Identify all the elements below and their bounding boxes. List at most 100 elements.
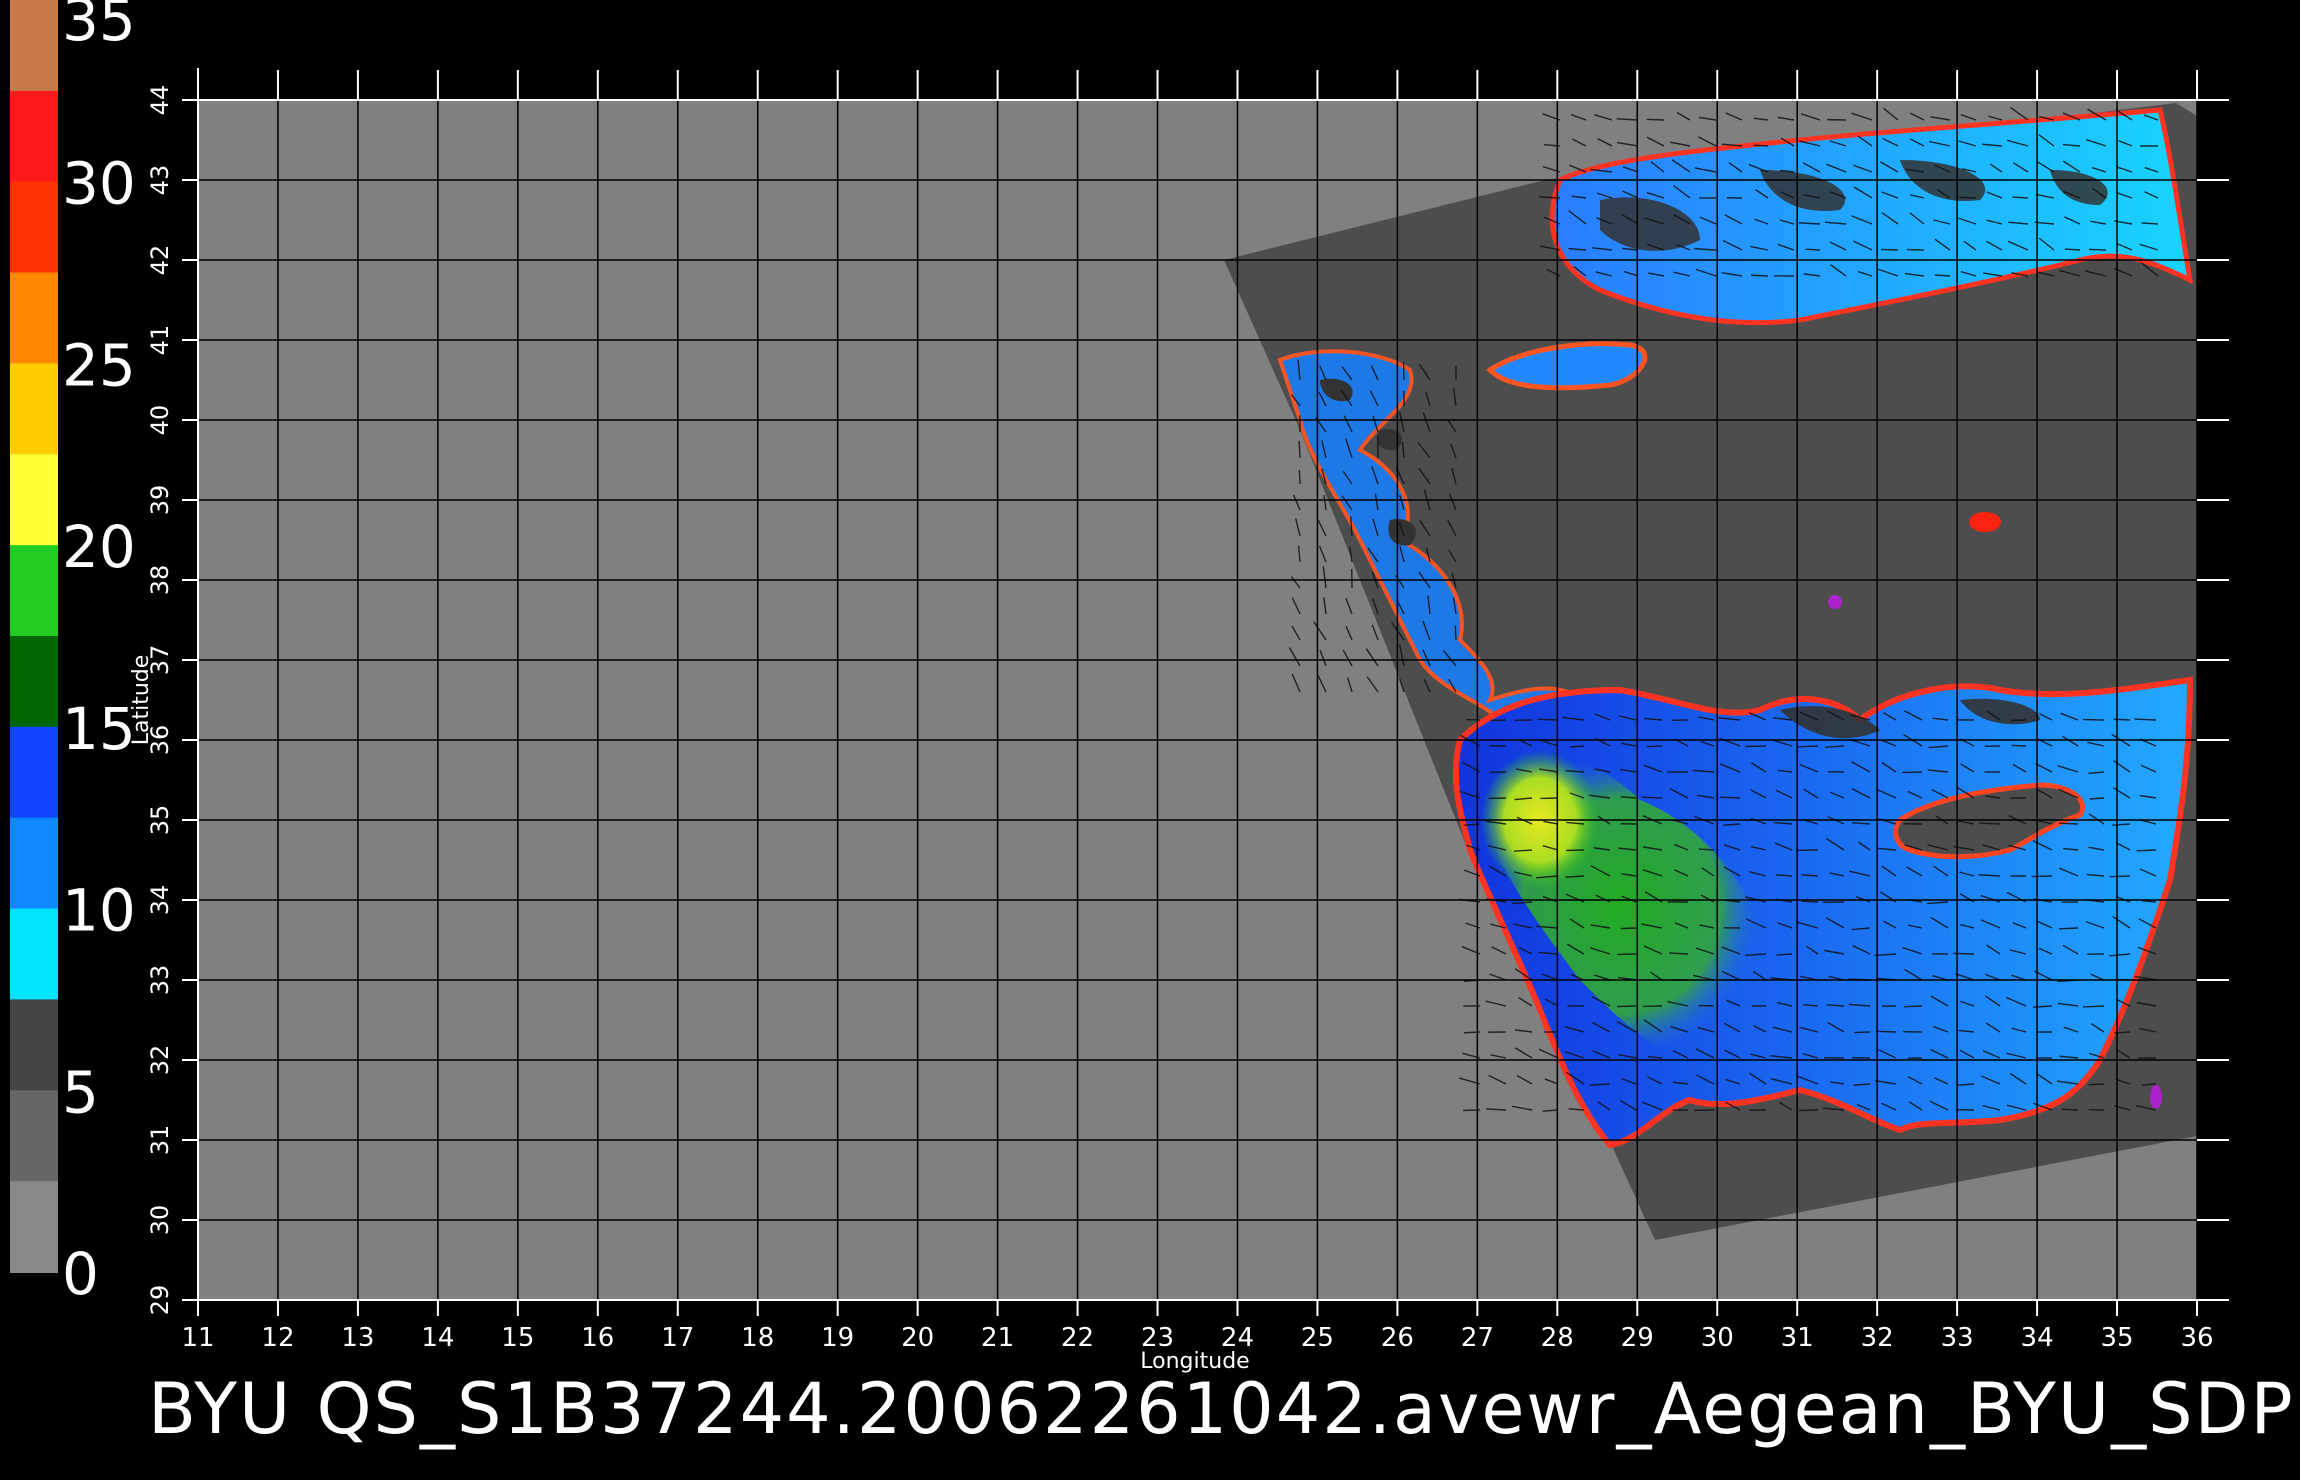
wind-vector	[2011, 744, 2027, 747]
x-tick-label: 22	[1061, 1323, 1094, 1353]
y-tick-label: 34	[146, 885, 174, 916]
y-tick-label: 35	[146, 805, 174, 836]
colorbar-label: 25	[62, 331, 136, 399]
colorbar-band	[10, 181, 58, 274]
wind-vector	[2089, 797, 2105, 800]
x-tick-label: 33	[1941, 1323, 1974, 1353]
wind-vector	[2136, 849, 2157, 852]
y-tick-label: 43	[146, 165, 174, 196]
y-tick-label: 29	[146, 1285, 174, 1316]
x-tick-label: 30	[1701, 1323, 1734, 1353]
y-tick-label: 42	[146, 245, 174, 276]
magenta-spot	[1828, 595, 1842, 609]
red-spot	[1969, 512, 2001, 532]
wind-vector	[2088, 1083, 2105, 1086]
wind-vector	[1719, 796, 1741, 799]
product-title: BYU QS_S1B37244.20062261042.avewr_Aegean…	[148, 1368, 2295, 1450]
y-tick-label: 41	[146, 325, 174, 356]
wind-vector	[1454, 625, 1457, 641]
x-tick-label: 25	[1301, 1323, 1334, 1353]
x-tick-label: 12	[261, 1323, 294, 1353]
wind-vector	[1620, 927, 1637, 930]
y-tick-label: 31	[146, 1125, 174, 1156]
x-tick-label: 32	[1861, 1323, 1894, 1353]
wind-vector	[1956, 196, 1977, 199]
colorbar-label: 10	[62, 877, 136, 945]
wind-vector	[2058, 822, 2079, 825]
x-tick-label: 15	[501, 1323, 534, 1353]
wind-vector	[1537, 718, 1559, 721]
x-tick-label: 14	[421, 1323, 454, 1353]
x-tick-label: 34	[2021, 1323, 2054, 1353]
colorbar-band	[10, 636, 58, 728]
wind-vector	[1801, 900, 1819, 903]
colorbar-band	[10, 817, 58, 910]
x-tick-label: 19	[821, 1323, 854, 1353]
wind-vector	[1904, 1005, 1923, 1008]
wind-vector	[2059, 927, 2079, 930]
y-tick-label: 30	[146, 1205, 174, 1236]
wind-vector	[2061, 1108, 2079, 1111]
wind-vector	[1698, 848, 1715, 851]
x-tick-label: 18	[741, 1323, 774, 1353]
y-tick-label: 40	[146, 405, 174, 436]
x-tick-label: 26	[1381, 1323, 1414, 1353]
colorbar-label: 20	[62, 513, 136, 581]
colorbar-band	[10, 1181, 58, 1273]
y-axis-label: Latitude	[129, 655, 154, 746]
colorbar-band	[10, 272, 58, 365]
wind-vector	[2012, 196, 2029, 199]
magenta-spot-2	[2150, 1085, 2162, 1109]
wind-vector	[2011, 719, 2027, 722]
colorbar: 35 30 25 20 15 10 5 0	[10, 0, 136, 1308]
colorbar-label: 35	[62, 0, 136, 54]
wind-vector	[2089, 248, 2107, 251]
x-tick-label: 36	[2180, 1323, 2213, 1353]
wind-vector	[1298, 469, 1301, 485]
wind-vector	[1646, 118, 1665, 121]
x-tick-label: 11	[181, 1323, 214, 1353]
x-tick-label: 21	[981, 1323, 1014, 1353]
wind-vector	[1641, 796, 1663, 799]
wind-vector	[1617, 1005, 1637, 1008]
colorbar-band	[10, 545, 58, 637]
x-tick-label: 20	[901, 1323, 934, 1353]
colorbar-label: 15	[62, 695, 136, 763]
colorbar-band	[10, 908, 58, 1001]
wind-speed-map: 35 30 25 20 15 10 5 0 11 12 13 14 15 16 17 18 19 20 21 22 2…	[10, 0, 2229, 1374]
wind-vector	[2134, 718, 2157, 721]
wind-vector	[2064, 248, 2081, 251]
x-tick-label: 13	[341, 1323, 374, 1353]
y-tick-label: 32	[146, 1045, 174, 1076]
colorbar-band	[10, 363, 58, 456]
y-tick-label: 33	[146, 965, 174, 996]
wind-vector	[2082, 1005, 2105, 1008]
wind-vector	[1796, 745, 1819, 748]
colorbar-label: 0	[62, 1240, 99, 1308]
wind-vector	[1854, 1031, 1871, 1034]
colorbar-band	[10, 1090, 58, 1183]
x-tick-label: 16	[581, 1323, 614, 1353]
x-tick-label: 35	[2100, 1323, 2133, 1353]
y-tick-label: 44	[146, 85, 174, 116]
colorbar-band	[10, 454, 58, 547]
colorbar-band	[10, 90, 58, 183]
wind-vector	[2109, 875, 2131, 878]
wind-vector	[2113, 718, 2131, 721]
wind-vector	[1934, 274, 1951, 277]
y-tick-label: 39	[146, 485, 174, 516]
colorbar-band	[10, 0, 58, 92]
y-tick-label: 38	[146, 565, 174, 596]
x-tick-label: 28	[1541, 1323, 1574, 1353]
wind-vector	[1805, 248, 1821, 251]
wind-vector	[1979, 822, 2001, 825]
wind-vector	[1881, 248, 1899, 251]
colorbar-band	[10, 726, 58, 819]
colorbar-label: 30	[62, 150, 136, 218]
x-tick-label: 17	[661, 1323, 694, 1353]
wind-vector	[1298, 440, 1301, 459]
wind-vector	[1751, 274, 1769, 277]
colorbar-band	[10, 999, 58, 1092]
wind-vector	[2031, 875, 2053, 878]
x-tick-label: 31	[1781, 1323, 1814, 1353]
